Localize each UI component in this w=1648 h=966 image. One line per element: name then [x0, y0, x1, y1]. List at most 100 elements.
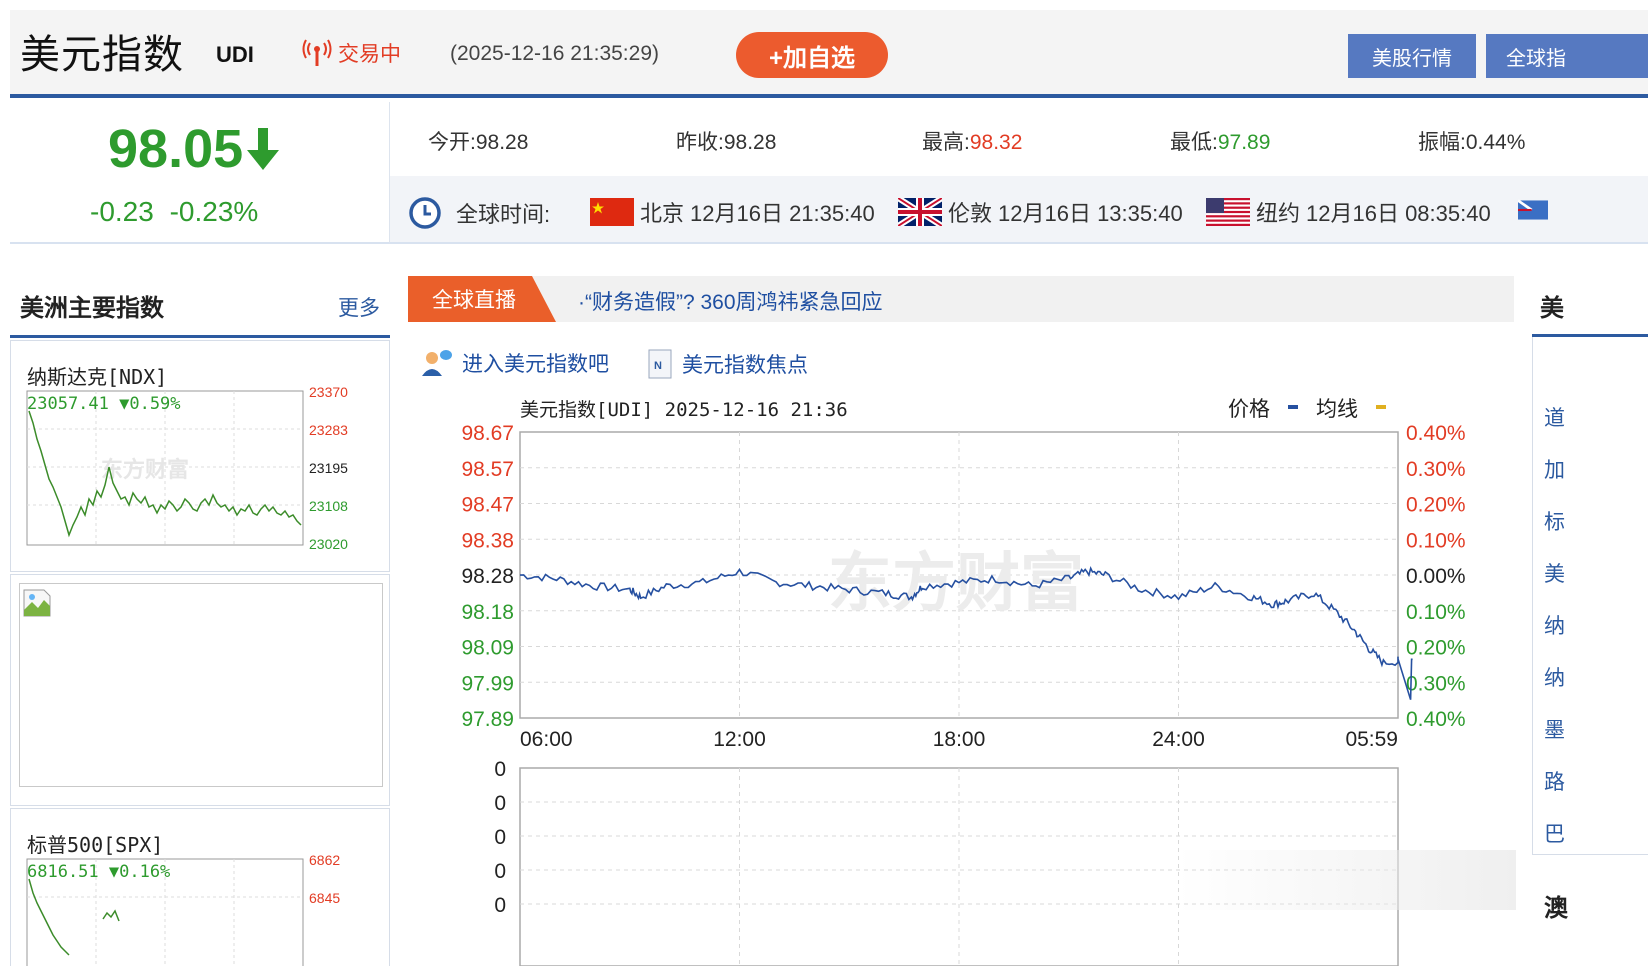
x-tick-label: 05:59	[1345, 728, 1398, 751]
spx-card[interactable]: 标普500[SPX] 6816.51 ▼0.16% 6862 6845	[10, 808, 390, 966]
pct-tick-label: 0.20%	[1406, 494, 1466, 517]
clock-city: 纽约	[1256, 201, 1301, 226]
y-tick-label: 98.67	[461, 422, 514, 445]
x-tick-label: 06:00	[520, 728, 573, 751]
clock-icon	[409, 197, 441, 229]
stat-low: 最低:97.89	[1170, 126, 1270, 156]
y-tick-label: 98.47	[461, 494, 514, 517]
x-tick-label: 24:00	[1152, 728, 1205, 751]
forum-link-text: 进入美元指数吧	[462, 353, 609, 376]
volume-tick-label: 0	[494, 826, 506, 849]
right-panel-title: 美	[1540, 295, 1564, 322]
chart-title: 美元指数[UDI] 2025-12-16 21:36	[520, 399, 848, 421]
focus-link-text: 美元指数焦点	[682, 354, 808, 377]
y-tick-label: 97.89	[461, 708, 514, 731]
stat-label: 振幅:	[1418, 131, 1466, 154]
nz-flag-icon	[1518, 199, 1548, 220]
x-tick-label: 18:00	[933, 728, 986, 751]
legend-price-label: 价格	[1228, 398, 1270, 421]
world-clock-text: 全球时间:	[456, 202, 551, 227]
right-index-item[interactable]: 道	[1544, 402, 1565, 432]
clock-city: 北京	[640, 201, 685, 226]
clock-time: 12月16日 13:35:40	[998, 201, 1183, 226]
legend-ma-swatch	[1376, 405, 1386, 409]
stat-amplitude: 振幅:0.44%	[1418, 126, 1525, 156]
stat-high: 最高:98.32	[922, 126, 1022, 156]
nasdaq-axis-label: 23195	[309, 460, 348, 476]
spx-axis-label: 6845	[309, 890, 340, 906]
us-flag-icon	[1206, 198, 1250, 226]
change-percent: -0.23%	[169, 196, 259, 227]
nasdaq-axis-label: 23370	[309, 387, 348, 400]
americas-index-title: 美洲主要指数	[20, 295, 164, 322]
pct-tick-label: 0.40%	[1406, 422, 1466, 445]
volume-tick-label: 0	[494, 894, 506, 917]
add-watchlist-button[interactable]: +加自选	[736, 32, 888, 78]
volume-tick-label: 0	[494, 758, 506, 781]
uk-flag-icon	[898, 198, 942, 226]
image-placeholder	[19, 583, 383, 787]
broken-image-card	[10, 574, 390, 806]
live-tag[interactable]: 全球直播	[408, 276, 556, 322]
nav-global-index-button[interactable]: 全球指	[1486, 34, 1648, 78]
right-index-item[interactable]: 美	[1544, 558, 1565, 588]
spx-mini-chart: 6816.51 ▼0.16% 6862 6845	[26, 855, 340, 966]
stat-value: 98.28	[723, 131, 777, 154]
right-index-item[interactable]: 巴	[1544, 818, 1565, 848]
right-index-item[interactable]: 路	[1544, 766, 1565, 796]
nav-us-stocks-button[interactable]: 美股行情	[1348, 34, 1476, 78]
pct-tick-label: 0.00%	[1406, 565, 1466, 588]
y-tick-label: 98.38	[461, 529, 514, 552]
trading-status: 交易中	[302, 38, 401, 68]
spx-quote: 6816.51 ▼0.16%	[27, 862, 170, 882]
right-next-title: 澳	[1544, 895, 1568, 922]
more-link[interactable]: 更多	[338, 292, 380, 322]
nasdaq-card[interactable]: 纳斯达克[NDX] 东方财富 23057.41 ▼0.59% 23370 232…	[10, 340, 390, 572]
live-news-link[interactable]: ·“财务造假”? 360周鸿祎紧急回应	[578, 286, 883, 316]
nasdaq-quote: 23057.41 ▼0.59%	[27, 394, 181, 414]
right-index-item[interactable]: 标	[1544, 506, 1565, 536]
legend-ma-label: 均线	[1316, 398, 1358, 421]
pct-tick-label: 0.40%	[1406, 708, 1466, 731]
stat-value: 0.44%	[1465, 131, 1526, 154]
page-title: 美元指数	[20, 33, 184, 77]
stat-open: 今开:98.28	[428, 126, 528, 156]
pct-tick-label: 0.10%	[1406, 529, 1466, 552]
right-index-item[interactable]: 墨	[1544, 714, 1565, 744]
stat-label: 昨收:	[676, 131, 724, 154]
nasdaq-mini-chart: 东方财富 23057.41 ▼0.59% 23370 23283 23195 2…	[26, 387, 348, 552]
right-index-item[interactable]: 纳	[1544, 662, 1565, 692]
legend-price-swatch	[1288, 405, 1298, 409]
spx-name: 标普500[SPX]	[27, 833, 164, 857]
antenna-icon	[302, 39, 332, 66]
pct-tick-label: 0.30%	[1406, 458, 1466, 481]
stat-value: 98.28	[475, 131, 529, 154]
forum-user-icon	[422, 350, 452, 376]
clock-beijing: 北京 12月16日 21:35:40	[590, 196, 875, 228]
index-code: UDI	[216, 42, 254, 67]
stat-label: 今开:	[428, 131, 476, 154]
forum-link[interactable]: 进入美元指数吧	[420, 348, 609, 378]
clock-newyork: 纽约 12月16日 08:35:40	[1206, 196, 1491, 228]
volume-tick-label: 0	[494, 860, 506, 883]
clock-london: 伦敦 12月16日 13:35:40	[898, 196, 1183, 228]
current-price: 98.05	[108, 118, 283, 180]
y-tick-label: 98.28	[461, 565, 514, 588]
y-tick-label: 97.99	[461, 672, 514, 695]
y-tick-label: 98.57	[461, 458, 514, 481]
right-index-item[interactable]: 加	[1544, 454, 1565, 484]
stat-label: 最低:	[1170, 131, 1218, 154]
world-clock-label: 全球时间:	[408, 196, 550, 230]
stat-label: 最高:	[922, 131, 970, 154]
current-price-value: 98.05	[108, 119, 244, 179]
clock-next	[1518, 196, 1548, 224]
scroll-fade-overlay	[1176, 850, 1516, 910]
pct-tick-label: 0.30%	[1406, 672, 1466, 695]
nasdaq-watermark: 东方财富	[101, 457, 189, 482]
price-change: -0.23 -0.23%	[90, 196, 258, 228]
svg-text:N: N	[654, 360, 662, 372]
focus-link[interactable]: N 美元指数焦点	[646, 348, 808, 380]
stat-value: 98.32	[969, 131, 1023, 154]
y-tick-label: 98.18	[461, 601, 514, 624]
right-index-item[interactable]: 纳	[1544, 610, 1565, 640]
